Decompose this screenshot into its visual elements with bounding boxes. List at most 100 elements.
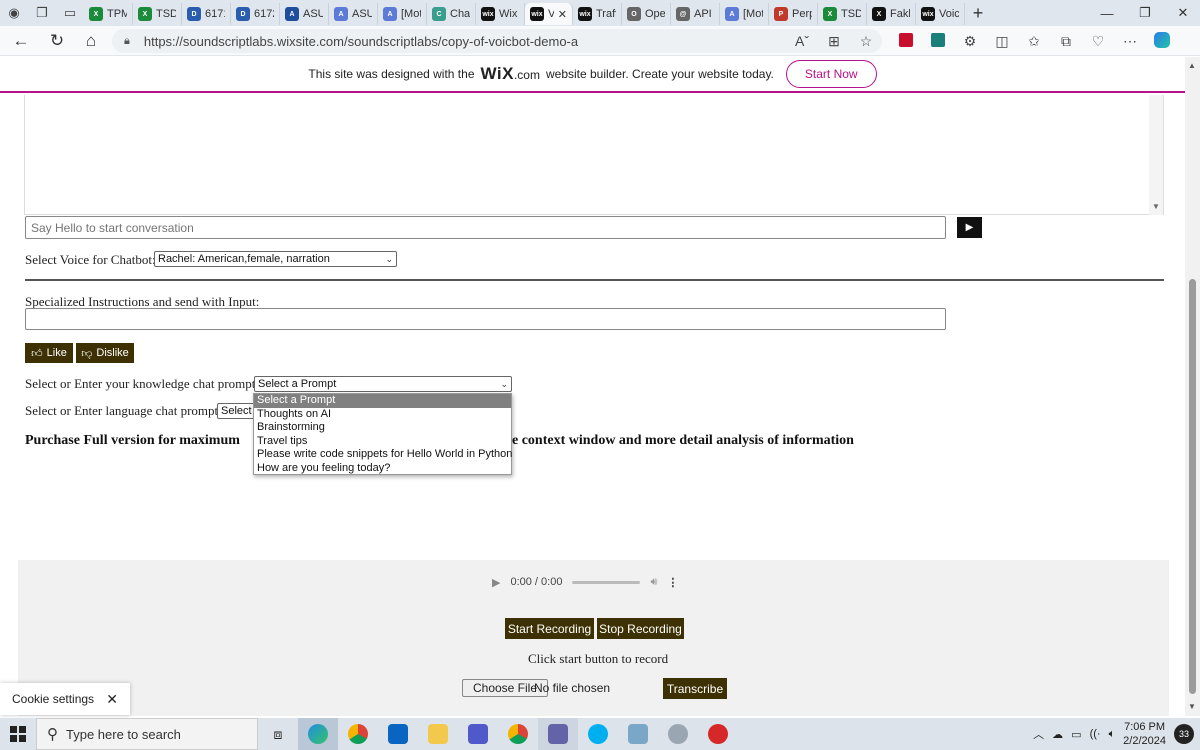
knowledge-prompt-select[interactable]: Select a Prompt ⌄ bbox=[254, 376, 512, 392]
browser-tab[interactable]: A [Moti bbox=[720, 3, 769, 25]
browser-tab[interactable]: X Fakhr bbox=[867, 3, 916, 25]
windows-start-icon[interactable] bbox=[0, 718, 36, 750]
start-recording-button[interactable]: Start Recording bbox=[505, 618, 594, 639]
audio-progress-bar[interactable] bbox=[572, 580, 641, 584]
page-scrollbar[interactable]: ▲ ▼ bbox=[1185, 57, 1200, 716]
skype-icon[interactable] bbox=[578, 718, 618, 750]
scroll-down-icon[interactable]: ▼ bbox=[1152, 202, 1160, 211]
close-icon[interactable]: ✕ bbox=[106, 691, 118, 708]
browser-tab[interactable]: C Chat bbox=[427, 3, 476, 25]
restore-icon[interactable]: ❐ bbox=[1126, 0, 1164, 26]
pdf-extension-icon[interactable] bbox=[890, 32, 922, 50]
browser-tab[interactable]: X TSD F bbox=[133, 3, 182, 25]
taskbar-search[interactable]: ⚲ Type here to search bbox=[36, 718, 258, 750]
dropdown-option[interactable]: Thoughts on AI bbox=[254, 408, 511, 422]
browser-tab[interactable]: A ASUS bbox=[329, 3, 378, 25]
tab-label: Wix V bbox=[499, 8, 519, 20]
chat-scrollbar[interactable]: ▼ bbox=[1149, 95, 1163, 215]
notification-badge[interactable]: 33 bbox=[1174, 724, 1194, 744]
cloud-icon[interactable]: ☁ bbox=[1052, 728, 1063, 741]
extension-icon[interactable] bbox=[922, 32, 954, 50]
language-prompt-label: Select or Enter language chat prompt: bbox=[25, 403, 222, 418]
close-tab-icon[interactable]: ✕ bbox=[558, 8, 567, 21]
home-icon[interactable]: ⌂ bbox=[74, 26, 108, 56]
minimize-icon[interactable]: — bbox=[1088, 0, 1126, 26]
chrome-icon[interactable] bbox=[338, 718, 378, 750]
more-menu-icon[interactable]: ⋯ bbox=[1114, 33, 1146, 50]
knowledge-prompt-label: Select or Enter your knowledge chat prom… bbox=[25, 376, 259, 391]
pen-app-icon[interactable] bbox=[658, 718, 698, 750]
taskbar-search-placeholder: Type here to search bbox=[66, 726, 181, 742]
dislike-button[interactable]: 👎︎ Dislike bbox=[76, 343, 134, 363]
language-prompt-select[interactable]: Select bbox=[217, 403, 257, 419]
battery-icon[interactable]: ▭ bbox=[1071, 728, 1081, 741]
chrome-profile-icon[interactable] bbox=[498, 718, 538, 750]
notes-app-icon[interactable] bbox=[618, 718, 658, 750]
volume-icon[interactable]: 🔊︎ bbox=[650, 576, 657, 589]
play-icon[interactable]: ▶ bbox=[492, 576, 500, 589]
new-tab-button[interactable]: + bbox=[965, 3, 991, 24]
chat-log[interactable]: ▼ bbox=[24, 95, 1164, 215]
favorite-star-icon[interactable]: ☆ bbox=[850, 33, 882, 50]
teams-classic-icon[interactable] bbox=[538, 718, 578, 750]
dropdown-option[interactable]: Travel tips bbox=[254, 435, 511, 449]
app-available-icon[interactable]: ⊞ bbox=[818, 33, 850, 50]
tab-favicon-icon: A bbox=[383, 7, 397, 21]
outlook-icon[interactable] bbox=[378, 718, 418, 750]
dropdown-option[interactable]: How are you feeling today? bbox=[254, 462, 511, 476]
browser-tab[interactable]: P Perpl bbox=[769, 3, 818, 25]
tab-actions-icon[interactable]: ▭ bbox=[56, 0, 84, 26]
chat-input[interactable] bbox=[25, 216, 946, 239]
file-explorer-icon[interactable] bbox=[418, 718, 458, 750]
browser-tab[interactable]: wix Wix V bbox=[476, 3, 525, 25]
browser-tab[interactable]: D 6171: bbox=[182, 3, 231, 25]
clock[interactable]: 7:06 PM 2/2/2024 bbox=[1123, 720, 1166, 748]
back-icon[interactable]: ← bbox=[4, 26, 38, 56]
close-window-icon[interactable]: ✕ bbox=[1164, 0, 1200, 26]
dropdown-option[interactable]: Select a Prompt bbox=[254, 394, 511, 408]
edge-icon[interactable] bbox=[298, 718, 338, 750]
browser-tab[interactable]: wix V ✕ bbox=[525, 3, 573, 25]
browser-tab[interactable]: O Oper bbox=[622, 3, 671, 25]
voice-select[interactable]: Rachel: American,female, narration ⌄ bbox=[154, 251, 397, 267]
browser-tab[interactable]: wix Traffi bbox=[573, 3, 622, 25]
browser-tab[interactable]: @ API R bbox=[671, 3, 720, 25]
stop-recording-button[interactable]: Stop Recording bbox=[597, 618, 684, 639]
chevron-up-icon[interactable]: ︿ bbox=[1033, 726, 1044, 742]
like-button[interactable]: 👍︎ Like bbox=[25, 343, 73, 363]
copilot-icon[interactable] bbox=[1146, 31, 1178, 51]
favorites-icon[interactable]: ✩ bbox=[1018, 33, 1050, 50]
profile-icon[interactable]: ◉ bbox=[0, 0, 28, 26]
dropdown-option[interactable]: Please write code snippets for Hello Wor… bbox=[254, 448, 512, 462]
start-now-button[interactable]: Start Now bbox=[785, 60, 877, 88]
workspaces-icon[interactable]: ❐ bbox=[28, 0, 56, 26]
browser-tab[interactable]: A ASUS bbox=[280, 3, 329, 25]
send-button[interactable]: ▶ bbox=[957, 217, 982, 238]
speaker-icon[interactable]: 🔈︎ bbox=[1109, 728, 1116, 741]
audio-options-icon[interactable]: ⋮ bbox=[667, 576, 678, 589]
task-view-icon[interactable]: ⧈ bbox=[258, 718, 298, 750]
extensions-puzzle-icon[interactable]: ⚙ bbox=[954, 33, 986, 50]
instructions-input[interactable] bbox=[25, 308, 946, 330]
scrollbar-thumb[interactable] bbox=[1189, 279, 1196, 694]
read-aloud-icon[interactable]: Aˇ bbox=[786, 33, 818, 49]
red-app-icon[interactable] bbox=[698, 718, 738, 750]
transcribe-button[interactable]: Transcribe bbox=[663, 678, 727, 699]
network-icon[interactable]: ((· bbox=[1090, 728, 1101, 740]
browser-tab[interactable]: D 6172( bbox=[231, 3, 280, 25]
browser-tab[interactable]: A [Moti bbox=[378, 3, 427, 25]
browser-tab[interactable]: X TSD bbox=[818, 3, 867, 25]
audio-player[interactable]: ▶ 0:00 / 0:00 🔊︎ ⋮ bbox=[486, 567, 726, 597]
browser-tab[interactable]: X TPM_ bbox=[84, 3, 133, 25]
collections-icon[interactable]: ⧉ bbox=[1050, 33, 1082, 50]
browser-tab[interactable]: wix VoicB bbox=[916, 3, 965, 25]
browser-essentials-icon[interactable]: ♡ bbox=[1082, 33, 1114, 50]
dropdown-option[interactable]: Brainstorming bbox=[254, 421, 511, 435]
teams-icon[interactable] bbox=[458, 718, 498, 750]
split-screen-icon[interactable]: ◫ bbox=[986, 33, 1018, 50]
cookie-settings-link[interactable]: Cookie settings bbox=[12, 692, 94, 706]
scroll-down-icon[interactable]: ▼ bbox=[1188, 702, 1196, 711]
scroll-up-icon[interactable]: ▲ bbox=[1188, 61, 1196, 70]
address-bar[interactable]: 🔒︎ https://soundscriptlabs.wixsite.com/s… bbox=[112, 29, 882, 53]
refresh-icon[interactable]: ↻ bbox=[40, 26, 74, 56]
